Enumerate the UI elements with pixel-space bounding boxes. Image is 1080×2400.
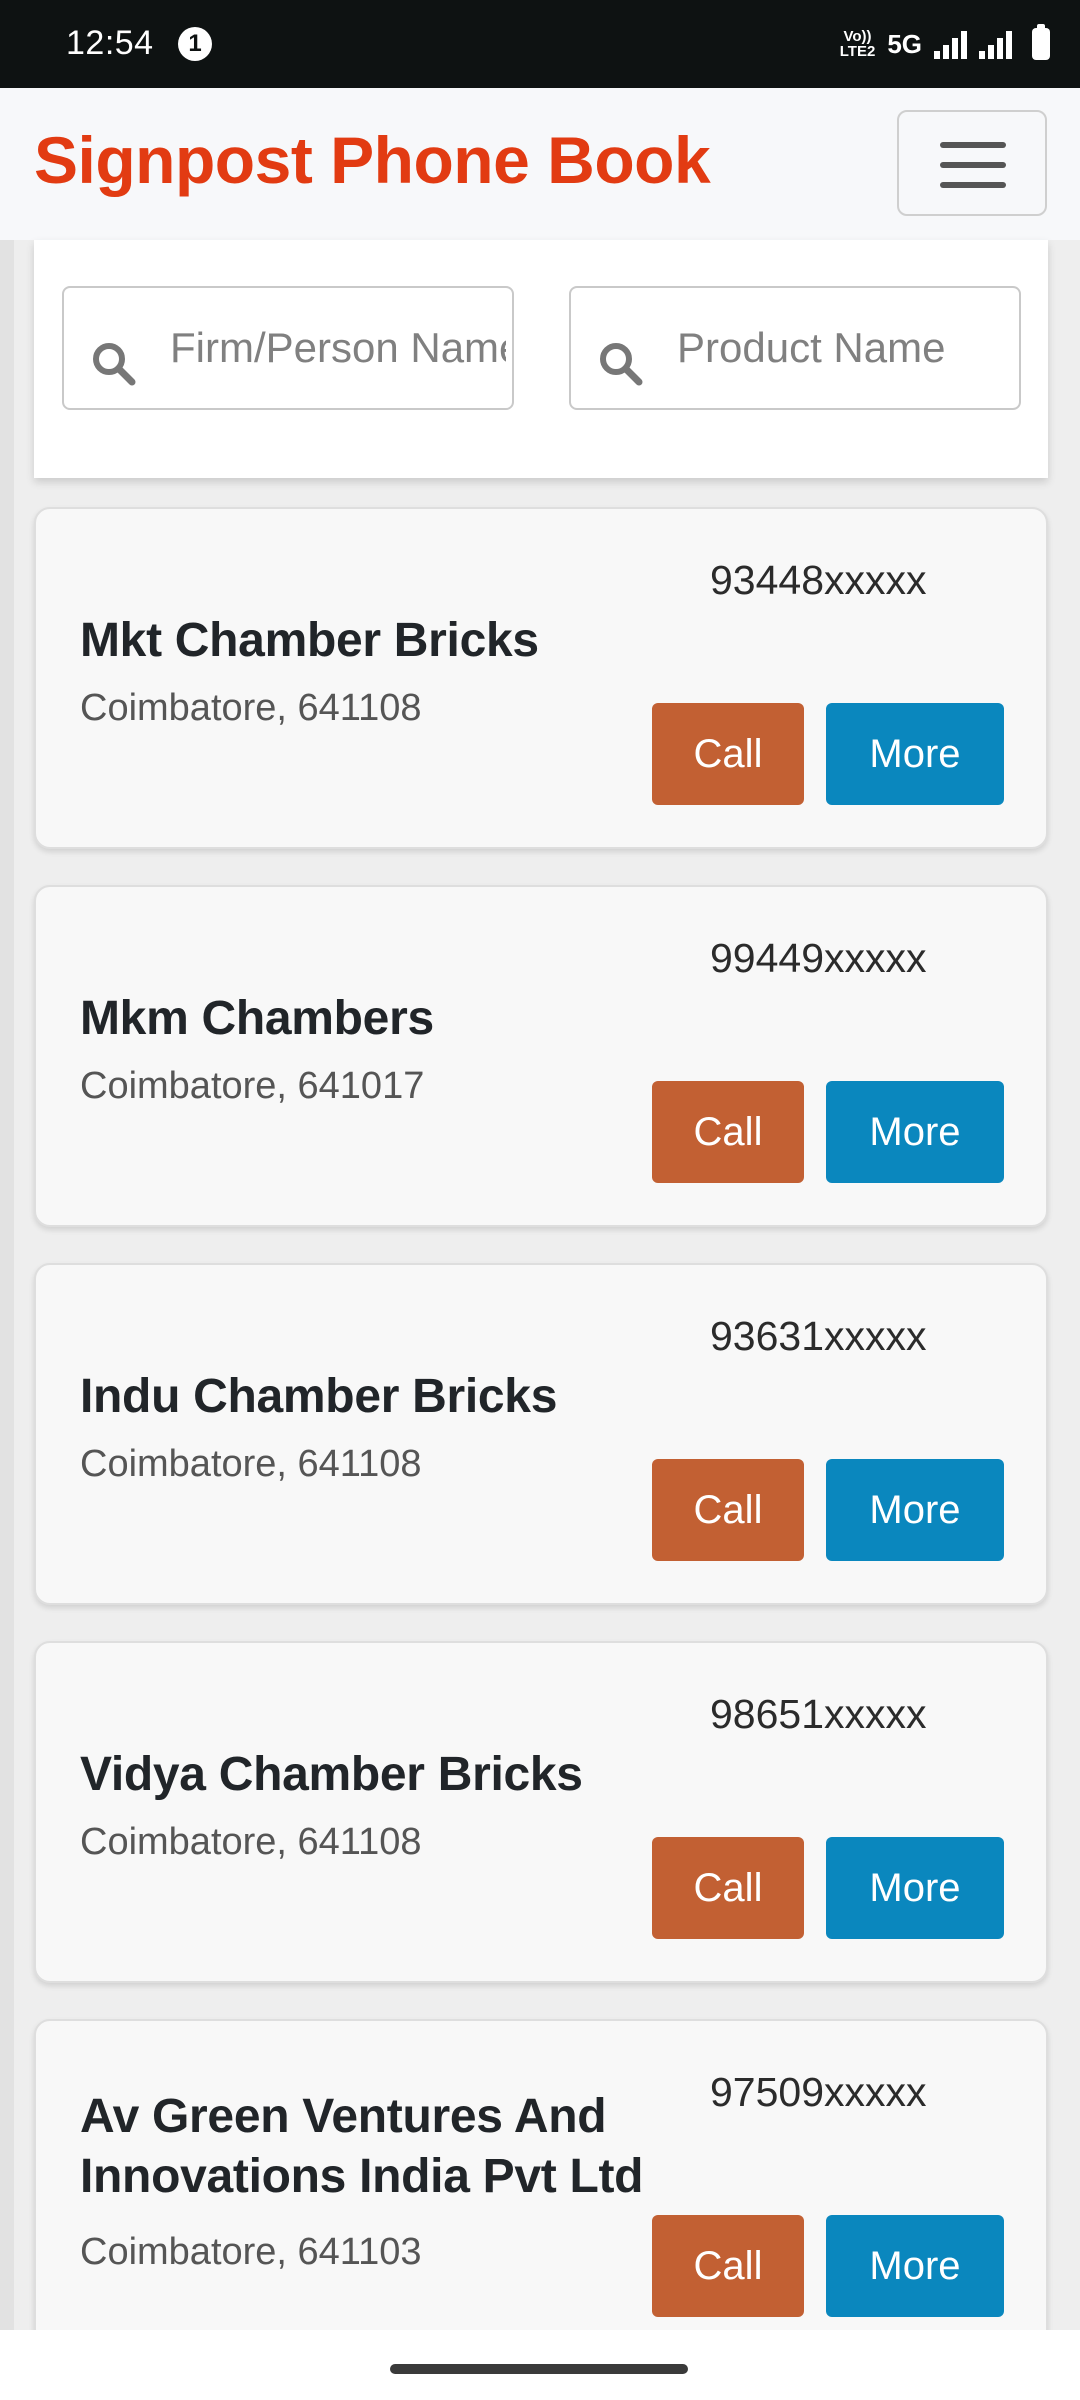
call-button[interactable]: Call <box>652 1837 804 1939</box>
phone-number: 93448xxxxx <box>710 557 927 603</box>
firm-location: Coimbatore, 641017 <box>80 1065 425 1107</box>
network-type: 5G <box>887 28 922 59</box>
navbar: Signpost Phone Book <box>0 88 1080 240</box>
listing-card: 99449xxxxx Mkm Chambers Coimbatore, 6410… <box>34 885 1048 1227</box>
firm-name: Av Green Ventures And Innovations India … <box>80 2090 644 2203</box>
volte-label-bottom: LTE2 <box>839 43 876 60</box>
signal-strength-icon-sim1 <box>934 29 967 59</box>
battery-icon <box>1032 24 1050 60</box>
navigation-bar <box>0 2330 1080 2400</box>
gesture-handle[interactable] <box>390 2364 688 2374</box>
search-icon <box>93 343 136 386</box>
firm-search-input[interactable] <box>170 288 506 408</box>
phone-number: 99449xxxxx <box>710 935 927 981</box>
more-button[interactable]: More <box>826 1837 1004 1939</box>
hamburger-line <box>940 162 1006 168</box>
hamburger-line <box>940 182 1006 188</box>
scroll-edge-shade <box>0 240 14 2330</box>
search-icon <box>600 343 643 386</box>
firm-location: Coimbatore, 641108 <box>80 1443 422 1485</box>
search-card <box>34 240 1048 478</box>
more-button[interactable]: More <box>826 1081 1004 1183</box>
volte-icon: Vo)) LTE2 <box>840 29 876 59</box>
firm-search-box[interactable] <box>62 286 514 410</box>
firm-location: Coimbatore, 641103 <box>80 2231 422 2273</box>
signal-strength-icon-sim2 <box>979 29 1012 59</box>
status-time: 12:54 <box>66 24 154 62</box>
call-button[interactable]: Call <box>652 703 804 805</box>
more-button[interactable]: More <box>826 703 1004 805</box>
listing-card: 98651xxxxx Vidya Chamber Bricks Coimbato… <box>34 1641 1048 1983</box>
product-search-box[interactable] <box>569 286 1021 410</box>
call-button[interactable]: Call <box>652 1081 804 1183</box>
call-button[interactable]: Call <box>652 2215 804 2317</box>
volte-label-top: Vo)) <box>843 28 872 45</box>
more-button[interactable]: More <box>826 1459 1004 1561</box>
hamburger-menu-icon <box>940 142 1006 148</box>
status-icons: Vo)) LTE2 5G <box>840 22 1050 66</box>
phone-number: 97509xxxxx <box>710 2069 927 2115</box>
product-search-input[interactable] <box>677 288 1013 408</box>
firm-location: Coimbatore, 641108 <box>80 1821 422 1863</box>
firm-name: Mkt Chamber Bricks <box>80 614 539 667</box>
firm-location: Coimbatore, 641108 <box>80 687 422 729</box>
listing-card: 93448xxxxx Mkt Chamber Bricks Coimbatore… <box>34 507 1048 849</box>
phone-number: 93631xxxxx <box>710 1313 927 1359</box>
firm-name: Vidya Chamber Bricks <box>80 1748 583 1801</box>
call-button[interactable]: Call <box>652 1459 804 1561</box>
status-bar: 12:54 1 Vo)) LTE2 5G <box>0 0 1080 88</box>
brand-title[interactable]: Signpost Phone Book <box>34 122 711 198</box>
listing-card: 93631xxxxx Indu Chamber Bricks Coimbator… <box>34 1263 1048 1605</box>
notification-badge: 1 <box>178 27 212 61</box>
hamburger-menu-button[interactable] <box>897 110 1047 216</box>
phone-number: 98651xxxxx <box>710 1691 927 1737</box>
more-button[interactable]: More <box>826 2215 1004 2317</box>
firm-name: Indu Chamber Bricks <box>80 1370 558 1423</box>
firm-name: Mkm Chambers <box>80 992 434 1045</box>
